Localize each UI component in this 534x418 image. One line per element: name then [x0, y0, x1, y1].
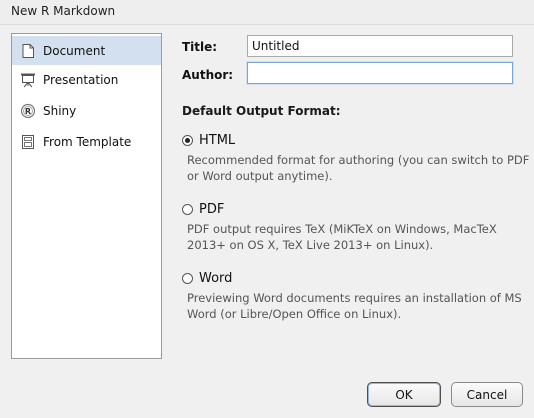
template-sidebar: Document Presentation R Shiny From Templ…	[11, 33, 162, 359]
sidebar-item-label: Document	[43, 43, 106, 58]
html-description: Recommended format for authoring (you ca…	[187, 152, 530, 184]
output-option-pdf[interactable]: PDF	[182, 202, 224, 217]
word-description: Previewing Word documents requires an in…	[187, 290, 522, 322]
sidebar-item-label: Presentation	[43, 72, 119, 87]
shiny-r-icon: R	[20, 103, 36, 119]
ok-button[interactable]: OK	[367, 382, 441, 407]
svg-text:R: R	[25, 107, 31, 116]
author-input[interactable]	[247, 62, 513, 84]
sidebar-item-document[interactable]: Document	[12, 36, 161, 65]
author-label: Author:	[182, 68, 234, 82]
word-description-line: Word (or Libre/Open Office on Linux).	[187, 307, 402, 321]
title-label: Title:	[182, 40, 218, 54]
output-format-heading: Default Output Format:	[182, 104, 341, 118]
html-description-line: Recommended format for authoring (you ca…	[187, 153, 530, 167]
pdf-description-line: PDF output requires TeX (MiKTeX on Windo…	[187, 222, 497, 236]
presentation-icon	[20, 72, 36, 88]
pdf-description: PDF output requires TeX (MiKTeX on Windo…	[187, 221, 517, 253]
pdf-description-line: 2013+ on OS X, TeX Live 2013+ on Linux).	[187, 238, 434, 252]
output-option-html[interactable]: HTML	[182, 133, 235, 148]
pdf-radio[interactable]	[182, 204, 193, 215]
dialog-titlebar: New R Markdown	[0, 0, 534, 25]
sidebar-item-label: Shiny	[43, 103, 77, 118]
html-description-line: or Word output anytime).	[187, 169, 333, 183]
html-radio-label: HTML	[199, 133, 236, 148]
cancel-button[interactable]: Cancel	[451, 382, 523, 407]
word-radio-label: Word	[199, 271, 233, 286]
dialog-title: New R Markdown	[11, 4, 116, 18]
document-icon	[20, 43, 36, 59]
html-radio[interactable]	[182, 135, 193, 146]
word-radio[interactable]	[182, 273, 193, 284]
template-icon	[20, 134, 36, 150]
title-input[interactable]	[247, 35, 513, 57]
sidebar-item-label: From Template	[43, 134, 132, 149]
output-option-word[interactable]: Word	[182, 271, 232, 286]
pdf-radio-label: PDF	[199, 202, 225, 217]
sidebar-item-from-template[interactable]: From Template	[12, 127, 161, 156]
sidebar-item-presentation[interactable]: Presentation	[12, 65, 161, 94]
sidebar-item-shiny[interactable]: R Shiny	[12, 96, 161, 125]
word-description-line: Previewing Word documents requires an in…	[187, 291, 522, 305]
